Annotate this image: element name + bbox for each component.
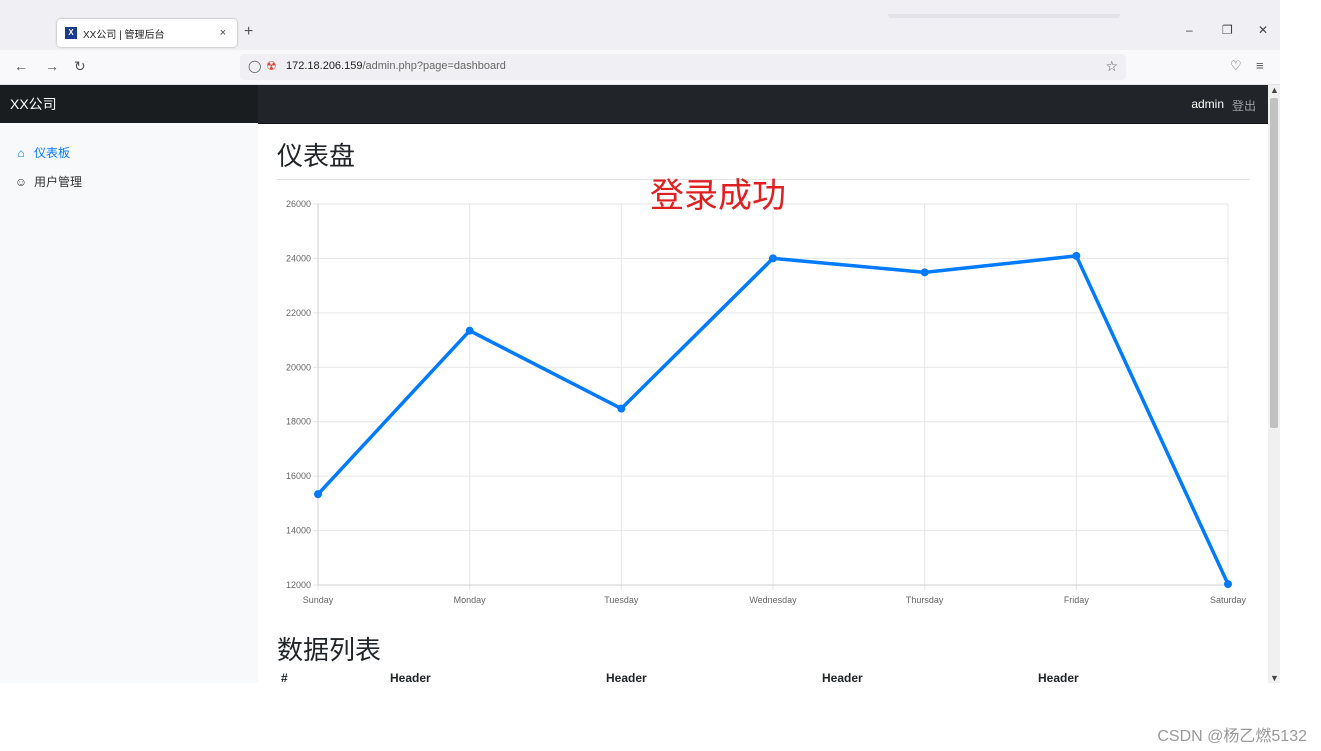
back-arrow-icon[interactable]: ← [14,58,28,74]
scroll-thumb[interactable] [1270,98,1278,428]
data-point [617,404,626,413]
y-tick-label: 20000 [286,362,311,372]
data-list-title: 数据列表 [277,635,382,665]
x-tick-label: Monday [454,595,487,605]
y-tick-label: 12000 [286,580,311,590]
tab-title: XX公司 | 管理后台 [83,29,165,41]
data-point [465,326,474,335]
y-tick-label: 26000 [286,199,311,209]
sidebar-item-dashboard[interactable]: ⌂ 仪表板 [14,144,70,161]
y-tick-label: 14000 [286,526,311,536]
close-window-icon[interactable]: ✕ [1258,23,1268,37]
y-tick-label: 24000 [286,253,311,263]
y-tick-label: 22000 [286,308,311,318]
url-text[interactable]: 172.18.206.159/admin.php?page=dashboard [286,60,506,72]
logout-link[interactable]: 登出 [1232,97,1256,114]
minimize-icon[interactable]: – [1186,23,1193,37]
watermark: CSDN @杨乙燃5132 [1157,728,1307,745]
sidebar: ⌂ 仪表板 ☺ 用户管理 [0,123,258,683]
url-host: 172.18.206.159 [286,60,363,72]
menu-icon[interactable]: ≡ [1256,58,1264,73]
restore-icon[interactable]: ❐ [1222,23,1233,37]
data-point [314,490,322,499]
reload-icon[interactable]: ↻ [74,58,86,75]
sidebar-item-users[interactable]: ☺ 用户管理 [14,173,82,190]
browser-tab[interactable]: X XX公司 | 管理后台 × [57,19,237,47]
page-title: 仪表盘 [277,141,356,171]
people-icon: ☺ [14,174,28,189]
pocket-icon[interactable]: ♡ [1230,58,1242,74]
app-navbar: XX公司 admin 登出 [0,85,1268,124]
y-tick-label: 16000 [286,471,311,481]
forward-arrow-icon[interactable]: → [45,58,59,74]
scroll-up-icon[interactable]: ▲ [1270,85,1279,95]
x-tick-label: Wednesday [749,595,797,605]
username-label: admin [1191,97,1224,111]
line-chart: 12000 14000 16000 18000 20000 22000 24000 26000… [286,199,1247,605]
x-tick-label: Thursday [906,595,944,605]
chart-y-axis: 12000 14000 16000 18000 20000 22000 24000 26000 [286,199,311,590]
chart-x-axis: Sunday Monday Tuesday Wednesday Thursday Frid… [303,595,1247,605]
insecure-lock-icon[interactable]: ☢ [266,59,277,73]
page-bottom-area [0,683,1321,751]
x-tick-label: Tuesday [604,595,639,605]
url-path: /admin.php?page=dashboard [362,60,506,72]
star-icon[interactable]: ☆ [1105,58,1118,75]
shield-icon[interactable]: ◯ [248,59,261,73]
tab-close-icon[interactable]: × [215,27,231,39]
sidebar-item-label: 仪表板 [34,146,71,160]
scroll-down-icon[interactable]: ▼ [1270,673,1279,683]
browser-nav-bar: ← → ↻ ◯ ☢ 172.18.206.159/admin.php?page=… [0,50,1280,85]
x-tick-label: Saturday [1210,595,1247,605]
data-point [1224,580,1232,589]
favicon-icon: X [65,27,77,39]
house-icon: ⌂ [17,145,25,160]
tab-strip-indicator [888,14,1120,18]
page-scrollbar[interactable]: ▲ ▼ [1268,85,1280,683]
address-bar[interactable]: ◯ ☢ 172.18.206.159/admin.php?page=dashbo… [240,54,1126,80]
brand-logo[interactable]: XX公司 [0,85,258,123]
x-tick-label: Friday [1064,595,1090,605]
sidebar-item-label: 用户管理 [34,175,83,189]
data-point [769,254,777,263]
data-point [1072,251,1081,260]
y-tick-label: 18000 [286,417,311,427]
browser-tab-bar: X XX公司 | 管理后台 × + – ❐ ✕ [0,0,1280,50]
login-success-message: 登录成功 [650,177,786,215]
x-tick-label: Sunday [303,595,334,605]
data-point [920,268,929,277]
new-tab-button[interactable]: + [244,23,253,41]
